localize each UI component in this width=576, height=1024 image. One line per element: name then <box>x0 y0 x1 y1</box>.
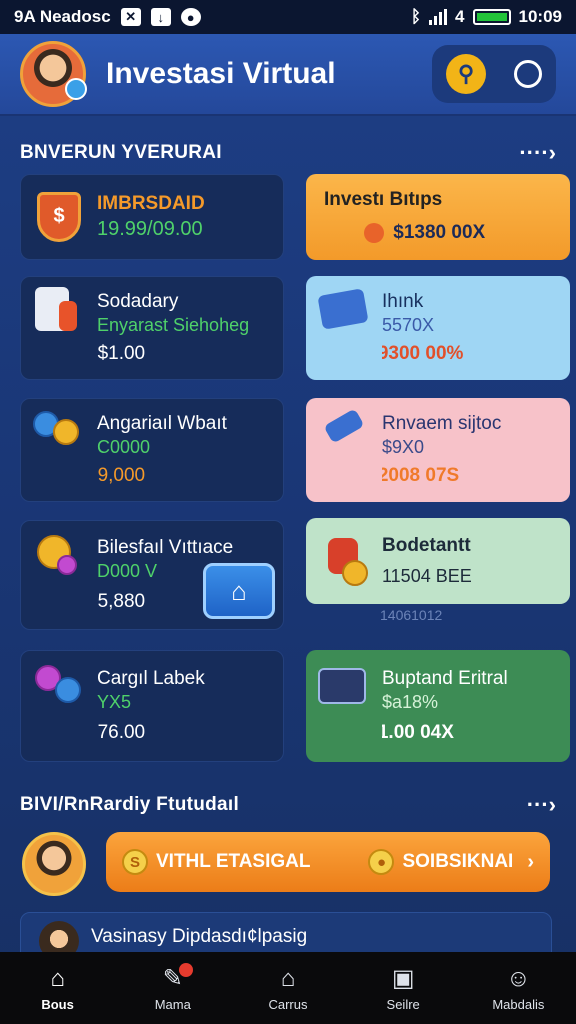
investment-card[interactable]: Angariaıl Wbaıt C0000 9,000 <box>20 398 284 502</box>
gold-coin-stack-icon <box>33 533 87 587</box>
document-chart-icon <box>33 287 87 341</box>
app-x-icon: ✕ <box>120 8 141 26</box>
card-value: 19.99/09.00 <box>97 218 203 241</box>
shield-dollar-icon <box>33 190 87 244</box>
card-amount: $9300 00% <box>382 342 464 364</box>
money-bag-icon <box>318 534 372 588</box>
coin-icon <box>364 222 384 243</box>
card-title: Rnvaem sijtoc <box>382 412 502 434</box>
card-subtitle: C0000 <box>97 437 151 458</box>
profile-icon: ☺ <box>506 964 531 992</box>
advisor-avatar[interactable] <box>22 832 86 896</box>
page-title: Investasi Virtual <box>106 57 336 90</box>
nav-item-mabdalis[interactable]: ☺ Mabdalis <box>468 965 568 1012</box>
home-icon: ⌂ <box>50 964 65 992</box>
section-header-strategy: BIVI/RnRardiy Ftutudaıl ···› <box>20 792 556 818</box>
investment-card[interactable]: Rnvaem sijtoc $9X0 $2008 07S <box>306 398 570 502</box>
bottom-nav: ⌂ Bous ✎ Mama ⌂ Carrus ▣ Seilre ☺ Mabdal… <box>0 952 576 1024</box>
nav-label: Mabdalis <box>492 996 545 1012</box>
card-amount: 9,000 <box>97 464 146 486</box>
card-subtitle: 5570X <box>382 315 435 336</box>
nav-item-carrus[interactable]: ⌂ Carrus <box>238 965 338 1012</box>
strategy-button[interactable]: S VITHL ETASIGAL ● SOIBSIKNAI › <box>106 832 550 892</box>
card-amount: 5,880 <box>97 590 146 612</box>
location-icon[interactable] <box>514 60 542 88</box>
card-title: IMBRSDAID <box>97 192 205 214</box>
see-more-arrow-icon[interactable]: ····› <box>519 140 556 166</box>
card-title: Bilesfaıl Vıttıace <box>97 536 234 558</box>
status-left-text: 9A Neadosc <box>14 7 111 26</box>
notification-dot <box>178 962 193 977</box>
chat-icon: ● <box>180 8 201 26</box>
card-amount: 11504 BEE <box>382 565 472 586</box>
frame-icon: ▣ <box>391 964 415 992</box>
balloon-coins-icon <box>33 663 87 717</box>
battery-icon <box>472 9 511 25</box>
list-item-text: Vasinasy Dipdasdı¢lpasig <box>91 926 308 947</box>
calculator-icon <box>317 288 372 342</box>
status-time: 10:09 <box>518 7 562 26</box>
signal-icon <box>429 9 448 25</box>
card-amount: 76.00 <box>97 721 146 743</box>
bluetooth-icon: ᛒ <box>410 7 422 26</box>
store-icon[interactable]: ⌂ <box>203 563 275 619</box>
settings-coin-icon: ● <box>368 849 395 875</box>
card-title: Sodadary <box>97 290 179 312</box>
nav-label: Bous <box>41 996 74 1012</box>
strategy-right-label: SOIBSIKNAI <box>402 851 514 872</box>
card-subtitle: Enyarast Siehoheg <box>97 315 250 336</box>
coins-exchange-icon <box>33 409 87 463</box>
investment-card[interactable]: Investı Bıtıps $1380 00X <box>306 174 570 260</box>
card-title: Ihınk <box>382 290 424 312</box>
card-title: Bodetantt <box>382 534 471 556</box>
section-title: BNVERUN YVERURAI <box>20 142 222 163</box>
search-icon[interactable]: ⚲ <box>446 54 486 94</box>
nav-item-seilre[interactable]: ▣ Seilre <box>353 965 453 1012</box>
header-actions: ⚲ <box>432 45 556 103</box>
coin-icon: S <box>122 849 148 875</box>
see-more-arrow-icon[interactable]: ···› <box>527 792 556 818</box>
download-icon: ↓ <box>150 8 171 26</box>
nav-item-home[interactable]: ⌂ Bous <box>8 965 108 1012</box>
nav-label: Mama <box>154 996 191 1012</box>
investment-card[interactable]: Ihınk 5570X $9300 00% <box>306 276 570 380</box>
card-amount: $2008 07S <box>382 464 460 486</box>
card-subtitle: $9X0 <box>382 437 425 458</box>
card-title: Investı Bıtıps <box>324 189 443 211</box>
card-caption: 14061012 <box>380 607 443 623</box>
nav-item-mama[interactable]: ✎ Mama <box>123 962 223 1012</box>
investment-card[interactable]: Bodetantt 11504 BEE <box>306 518 570 604</box>
section-title: BIVI/RnRardiy Ftutudaıl <box>20 794 240 815</box>
avatar-badge-icon <box>65 78 87 100</box>
house-outline-icon: ⌂ <box>280 964 296 992</box>
card-amount: $1.00 <box>97 342 146 364</box>
status-bar: 9A Neadosc ✕ ↓ ● ᛒ 4 10:09 <box>0 0 576 34</box>
hammer-icon <box>318 408 372 464</box>
user-avatar[interactable] <box>20 41 87 107</box>
investment-card[interactable]: Cargıl Labek YX5 76.00 <box>20 650 284 762</box>
chevron-right-icon: › <box>527 850 534 873</box>
investment-card[interactable]: Buptand Eritral $a18% $1.00 04X <box>306 650 570 762</box>
card-amount: $1.00 04X <box>382 721 454 743</box>
network-type-icon: 4 <box>455 7 465 26</box>
nav-label: Seilre <box>386 996 420 1012</box>
section-header-investments: BNVERUN YVERURAI ····› <box>20 140 556 166</box>
strategy-left-label: VITHL ETASIGAL <box>156 851 311 872</box>
card-title: Angariaıl Wbaıt <box>97 412 227 434</box>
card-title: Cargıl Labek <box>97 667 205 689</box>
investment-card[interactable]: IMBRSDAID 19.99/09.00 <box>20 174 284 260</box>
app-header: Investasi Virtual ⚲ <box>0 34 576 116</box>
investment-card[interactable]: Sodadary Enyarast Siehoheg $1.00 <box>20 276 284 380</box>
card-title: Buptand Eritral <box>382 667 508 689</box>
card-amount: $1380 00X <box>393 222 486 243</box>
card-subtitle: $a18% <box>382 692 439 713</box>
chart-board-icon <box>318 664 372 718</box>
card-subtitle: YX5 <box>97 692 132 713</box>
nav-label: Carrus <box>268 996 308 1012</box>
